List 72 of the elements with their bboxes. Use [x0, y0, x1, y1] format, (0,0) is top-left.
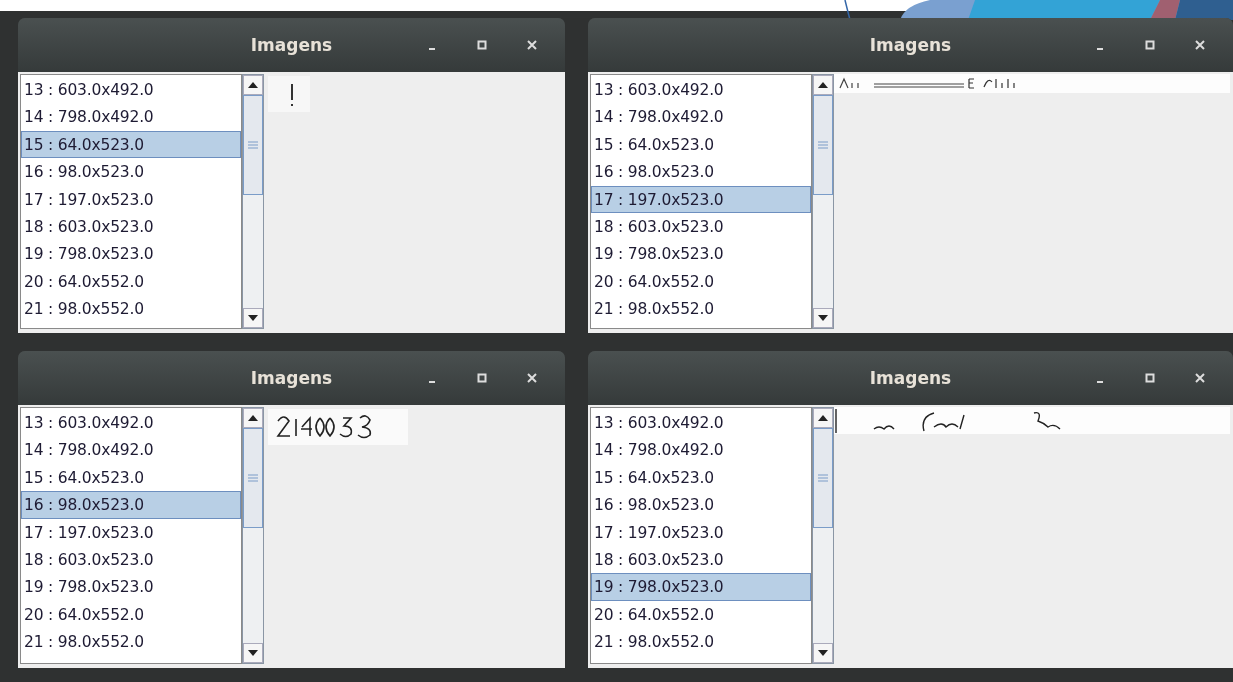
- window-title: Imagens: [250, 35, 333, 55]
- list-item[interactable]: 17 : 197.0x523.0: [21, 185, 241, 213]
- list-item[interactable]: 21 : 98.0x552.0: [21, 628, 241, 656]
- scroll-down-icon: [248, 650, 258, 656]
- list-item[interactable]: 15 : 64.0x523.0: [591, 463, 811, 492]
- list-item[interactable]: 19 : 798.0x523.0: [21, 573, 241, 601]
- scroll-up-icon: [818, 415, 828, 421]
- list-item[interactable]: 14 : 798.0x492.0: [591, 436, 811, 464]
- list-item[interactable]: 21 : 98.0x552.0: [21, 295, 241, 323]
- list-item[interactable]: 17 : 197.0x523.0: [591, 185, 811, 213]
- maximize-icon: [477, 373, 487, 383]
- list-item[interactable]: 20 : 64.0x552.0: [21, 267, 241, 296]
- list-item[interactable]: 15 : 64.0x523.0: [21, 463, 241, 492]
- minimize-icon: [429, 48, 435, 50]
- list-item[interactable]: 20 : 64.0x552.0: [21, 600, 241, 629]
- scroll-up-icon: [248, 415, 258, 421]
- list-item[interactable]: 18 : 603.0x523.0: [591, 545, 811, 574]
- scroll-down-icon: [818, 650, 828, 656]
- scroll-down-icon: [248, 315, 258, 321]
- grip-icon: [248, 474, 258, 482]
- list-item[interactable]: 21 : 98.0x552.0: [591, 295, 811, 323]
- minimize-icon: [1097, 381, 1103, 383]
- list-item[interactable]: 20 : 64.0x552.0: [591, 600, 811, 629]
- scrollbar[interactable]: [812, 407, 834, 664]
- minimize-icon: [429, 381, 435, 383]
- window-title: Imagens: [869, 368, 952, 388]
- scroll-up-icon: [818, 82, 828, 88]
- scrollbar[interactable]: [242, 74, 264, 329]
- minimize-icon: [1097, 48, 1103, 50]
- close-icon: [527, 40, 537, 50]
- scrollbar[interactable]: [242, 407, 264, 664]
- list-item[interactable]: 15 : 64.0x523.0: [21, 130, 241, 159]
- grip-icon: [818, 474, 828, 482]
- window-title: Imagens: [250, 368, 333, 388]
- scroll-thumb[interactable]: [813, 95, 833, 195]
- list-item[interactable]: 21 : 98.0x552.0: [591, 628, 811, 656]
- list-item[interactable]: 13 : 603.0x492.0: [21, 76, 241, 104]
- list-item[interactable]: 19 : 798.0x523.0: [591, 240, 811, 268]
- window-title: Imagens: [869, 35, 952, 55]
- scroll-thumb[interactable]: [243, 428, 263, 528]
- grip-icon: [818, 141, 828, 149]
- list-item[interactable]: 17 : 197.0x523.0: [21, 518, 241, 546]
- list-item[interactable]: 19 : 798.0x523.0: [21, 240, 241, 268]
- scrollbar[interactable]: [812, 74, 834, 329]
- list-item[interactable]: 13 : 603.0x492.0: [591, 409, 811, 437]
- close-icon: [1195, 40, 1205, 50]
- scroll-thumb[interactable]: [813, 428, 833, 528]
- list-item[interactable]: 19 : 798.0x523.0: [591, 573, 811, 601]
- grip-icon: [248, 141, 258, 149]
- list-item[interactable]: 16 : 98.0x523.0: [21, 158, 241, 186]
- list-item[interactable]: 14 : 798.0x492.0: [21, 436, 241, 464]
- list-item[interactable]: 18 : 603.0x523.0: [21, 212, 241, 241]
- close-icon: [1195, 373, 1205, 383]
- list-item[interactable]: 17 : 197.0x523.0: [591, 518, 811, 546]
- scroll-up-icon: [248, 82, 258, 88]
- close-icon: [527, 373, 537, 383]
- scroll-thumb[interactable]: [243, 95, 263, 195]
- list-item[interactable]: 16 : 98.0x523.0: [21, 491, 241, 519]
- scroll-down-icon: [818, 315, 828, 321]
- list-item[interactable]: 20 : 64.0x552.0: [591, 267, 811, 296]
- list-item[interactable]: 14 : 798.0x492.0: [21, 103, 241, 131]
- list-item[interactable]: 13 : 603.0x492.0: [591, 76, 811, 104]
- list-item[interactable]: 16 : 98.0x523.0: [591, 491, 811, 519]
- maximize-icon: [1145, 40, 1155, 50]
- list-item[interactable]: 15 : 64.0x523.0: [591, 130, 811, 159]
- list-item[interactable]: 18 : 603.0x523.0: [21, 545, 241, 574]
- maximize-icon: [1145, 373, 1155, 383]
- maximize-icon: [477, 40, 487, 50]
- list-item[interactable]: 16 : 98.0x523.0: [591, 158, 811, 186]
- list-item[interactable]: 13 : 603.0x492.0: [21, 409, 241, 437]
- list-item[interactable]: 18 : 603.0x523.0: [591, 212, 811, 241]
- list-item[interactable]: 14 : 798.0x492.0: [591, 103, 811, 131]
